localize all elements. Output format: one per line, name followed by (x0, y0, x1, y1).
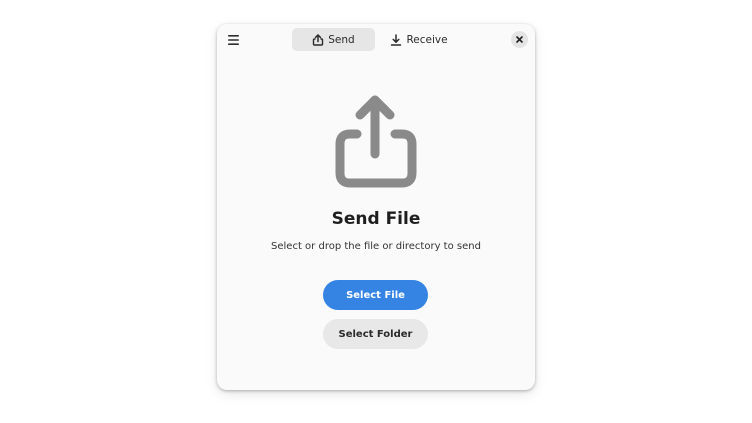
page-title: Send File (331, 209, 421, 229)
close-button[interactable] (511, 31, 528, 48)
tab-receive[interactable]: Receive (378, 28, 460, 51)
select-folder-button[interactable]: Select Folder (323, 319, 428, 349)
header-bar: Send Receive (217, 24, 535, 56)
send-share-icon (334, 94, 418, 188)
app-window: Send Receive Send File Select or drop th… (217, 24, 535, 390)
main-menu-button[interactable] (223, 29, 245, 51)
tab-receive-label: Receive (406, 33, 448, 46)
select-file-button[interactable]: Select File (323, 280, 428, 310)
tab-send[interactable]: Send (292, 28, 375, 51)
view-switcher: Send Receive (292, 28, 454, 51)
close-icon (516, 36, 523, 43)
share-upload-icon (313, 33, 324, 46)
page-subtitle: Select or drop the file or directory to … (271, 241, 481, 252)
tab-send-label: Send (328, 33, 355, 46)
download-icon (391, 33, 402, 46)
hamburger-menu-icon (228, 35, 239, 45)
